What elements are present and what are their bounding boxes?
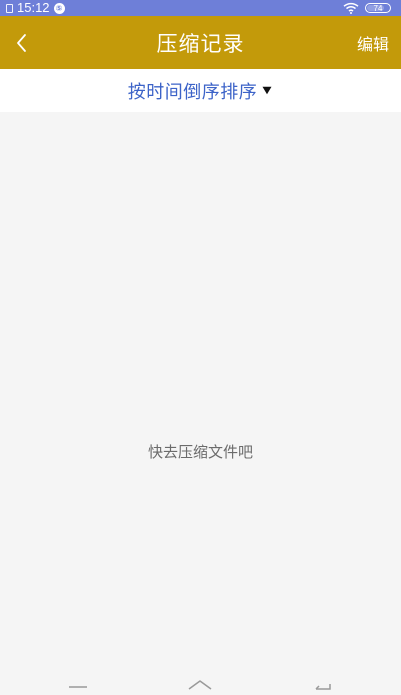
dropdown-triangle-icon: [261, 85, 273, 97]
battery-level: 74: [373, 3, 383, 13]
back-nav-button[interactable]: [308, 676, 338, 690]
records-content: 快去压缩文件吧: [0, 112, 401, 670]
page-title: 压缩记录: [156, 31, 245, 56]
status-bar: 15:12 ⑤ 74: [0, 0, 401, 16]
notification-icon: ⑤: [53, 2, 65, 14]
back-icon: [315, 684, 331, 690]
navigation-bar: [0, 670, 401, 690]
menu-nav-button[interactable]: [63, 676, 93, 690]
title-bar: 压缩记录 编辑: [0, 16, 401, 69]
wifi-icon: [343, 2, 359, 14]
home-nav-button[interactable]: [185, 676, 215, 690]
status-right: 74: [343, 0, 391, 16]
menu-icon: [69, 686, 87, 688]
sort-dropdown[interactable]: 按时间倒序排序: [128, 78, 274, 104]
sim-icon: [6, 3, 13, 13]
sort-label: 按时间倒序排序: [127, 81, 258, 103]
edit-button[interactable]: 编辑: [357, 16, 389, 69]
battery-icon: 74: [365, 3, 391, 13]
empty-state-message: 快去压缩文件吧: [147, 443, 253, 461]
home-icon: [188, 680, 212, 690]
sort-bar: 按时间倒序排序: [0, 69, 401, 112]
status-time: 15:12: [17, 0, 50, 15]
status-left: 15:12 ⑤: [6, 0, 65, 16]
